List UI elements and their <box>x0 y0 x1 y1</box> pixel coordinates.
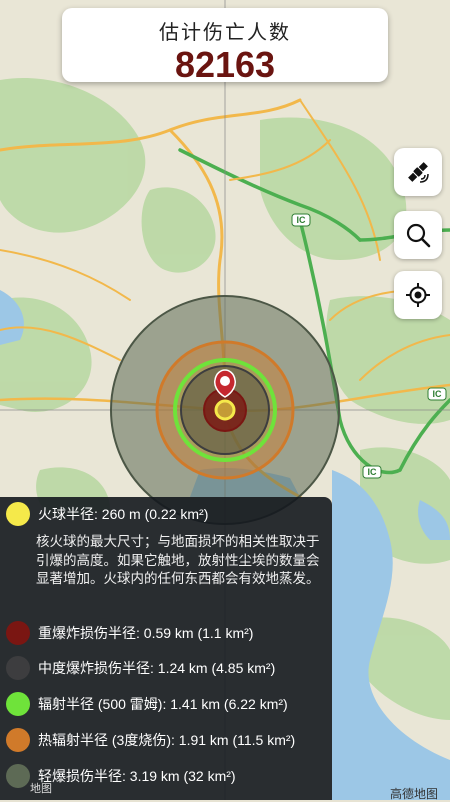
light-blast-label: 轻爆损伤半径: 3.19 km (32 km²) <box>38 768 236 784</box>
legend-row-heavy-blast: 重爆炸损伤半径: 0.59 km (1.1 km²) <box>6 621 253 645</box>
heavy-blast-label: 重爆炸损伤半径: 0.59 km (1.1 km²) <box>38 625 254 641</box>
map-attribution: 高德地图 <box>390 787 439 801</box>
svg-text:IC: IC <box>368 467 378 477</box>
casualty-count: 82163 <box>174 44 276 85</box>
locate-button[interactable] <box>394 271 442 319</box>
blast-radius-rings <box>110 295 340 525</box>
fireball-description: 核火球的最大尺寸；与地面损坏的相关性取决于引爆的高度。如果它触地，放射性尘埃的数… <box>36 534 320 586</box>
ic-badge-1: IC <box>291 213 311 227</box>
search-button[interactable] <box>394 211 442 259</box>
heavy-blast-color-dot <box>6 621 30 645</box>
map-attribution-left: 地图 <box>30 783 52 795</box>
blast-legend-panel: 火球半径: 260 m (0.22 km²) 核火球的最大尺寸；与地面损坏的相关… <box>0 497 332 800</box>
radiation-color-dot <box>6 692 30 716</box>
moderate-blast-color-dot <box>6 656 30 680</box>
satellite-layer-button[interactable] <box>394 148 442 196</box>
svg-text:IC: IC <box>297 215 307 225</box>
thermal-color-dot <box>6 728 30 752</box>
legend-row-moderate-blast: 中度爆炸损伤半径: 1.24 km (4.85 km²) <box>6 656 275 680</box>
fireball-color-dot <box>6 502 30 526</box>
light-blast-color-dot <box>6 764 30 788</box>
legend-row-thermal: 热辐射半径 (3度烧伤): 1.91 km (11.5 km²) <box>6 728 295 752</box>
legend-row-fireball: 火球半径: 260 m (0.22 km²) <box>6 502 208 526</box>
ic-badge-3: IC <box>362 465 382 479</box>
crosshair-locate-icon <box>406 283 430 307</box>
search-icon <box>406 223 431 248</box>
casualty-estimate-card: 估计伤亡人数 82163 <box>62 8 388 85</box>
radiation-label: 辐射半径 (500 雷姆): 1.41 km (6.22 km²) <box>38 696 288 712</box>
satellite-icon <box>408 162 429 183</box>
fireball-ring <box>214 399 236 421</box>
casualty-title: 估计伤亡人数 <box>159 22 291 44</box>
moderate-blast-label: 中度爆炸损伤半径: 1.24 km (4.85 km²) <box>38 660 276 676</box>
svg-text:IC: IC <box>433 389 443 399</box>
thermal-label: 热辐射半径 (3度烧伤): 1.91 km (11.5 km²) <box>38 732 296 748</box>
legend-row-radiation: 辐射半径 (500 雷姆): 1.41 km (6.22 km²) <box>6 692 288 716</box>
fireball-label: 火球半径: 260 m (0.22 km²) <box>38 506 209 522</box>
ic-badge-2: IC <box>427 387 447 401</box>
